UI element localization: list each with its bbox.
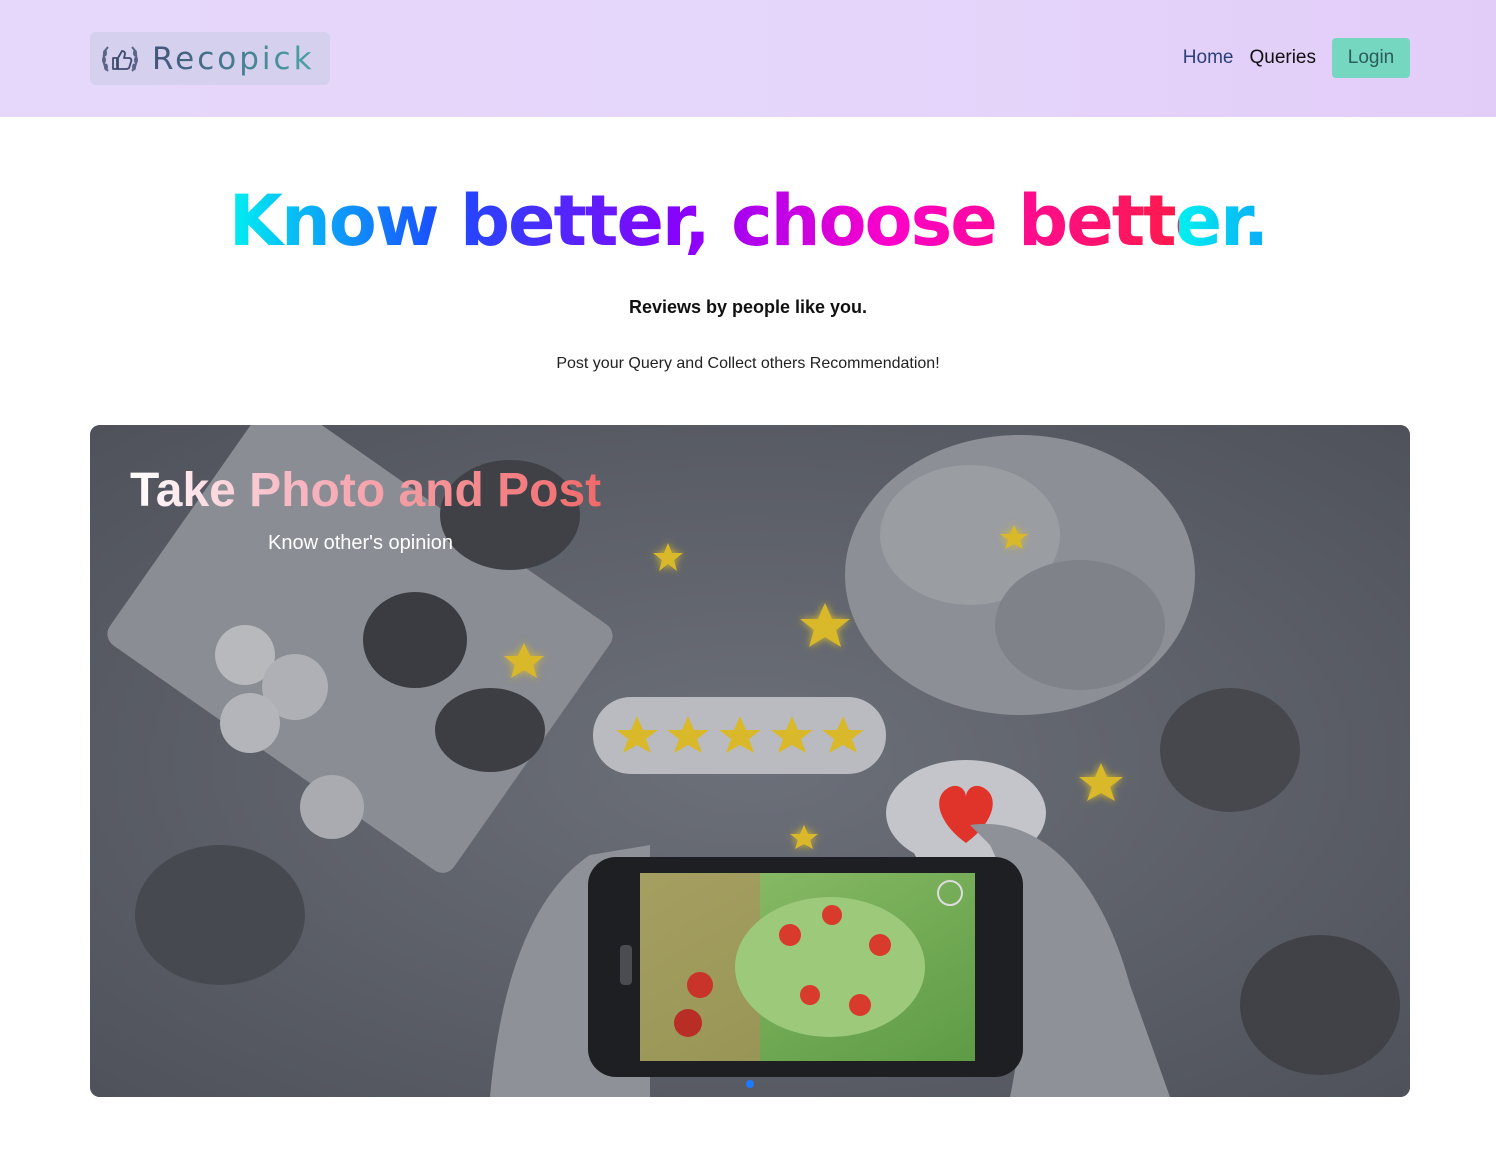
login-button[interactable]: Login [1332, 38, 1410, 78]
brand-logo[interactable]: Recopick [90, 32, 330, 85]
nav-home-link[interactable]: Home [1183, 47, 1234, 69]
hero-carousel[interactable]: Take Photo and Post Know other's opinion [90, 425, 1410, 1097]
navbar: Recopick Home Queries Login [0, 0, 1496, 117]
nav-links: Home Queries Login [1183, 38, 1410, 78]
carousel-slide-title: Take Photo and Post [130, 464, 602, 517]
thumbs-up-laurel-icon [102, 45, 138, 72]
nav-queries-link[interactable]: Queries [1249, 47, 1316, 69]
brand-name: Recopick [152, 40, 315, 77]
carousel-slide-image [90, 425, 1410, 1097]
hero-title: Know better, choose better. [0, 180, 1496, 262]
hero-subline: Post your Query and Collect others Recom… [556, 355, 940, 372]
carousel-slide-subtitle: Know other's opinion [268, 532, 454, 554]
hero-tagline: Reviews by people like you. [628, 297, 868, 317]
hero-title-text: Know better, choose better. [228, 180, 1270, 262]
carousel-indicator-active[interactable] [746, 1080, 754, 1088]
